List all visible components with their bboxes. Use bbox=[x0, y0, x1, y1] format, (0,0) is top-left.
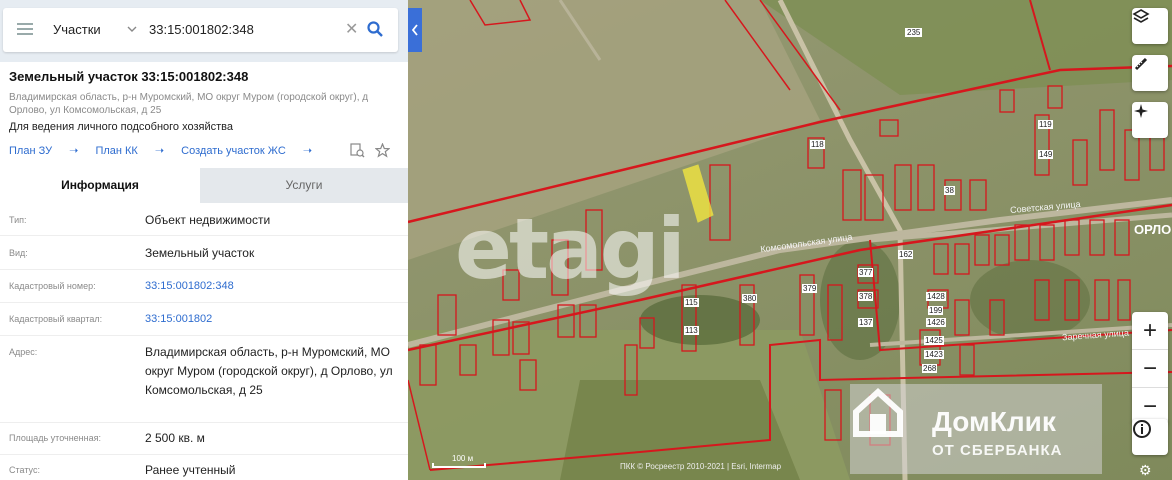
parcel-label: 380 bbox=[742, 294, 758, 303]
info-value: Земельный участок bbox=[145, 246, 255, 260]
parcel-label: 38 bbox=[944, 186, 955, 195]
info-key: Адрес: bbox=[9, 347, 38, 357]
star-icon[interactable] bbox=[375, 143, 390, 158]
zoom-controls: + − − bbox=[1132, 312, 1168, 425]
parcel-label: 377 bbox=[858, 268, 874, 277]
search-input[interactable]: 33:15:001802:348 bbox=[149, 22, 254, 37]
parcel-label: 379 bbox=[802, 284, 818, 293]
parcel-label: 118 bbox=[810, 140, 825, 149]
info-value: Ранее учтенный bbox=[145, 463, 236, 477]
parcel-label: 162 bbox=[898, 250, 914, 259]
zoom-reset-button[interactable]: − bbox=[1132, 350, 1168, 388]
parcel-links: План ЗУ ➝ План КК ➝ Создать участок ЖС ➝ bbox=[9, 144, 326, 157]
ruler-icon bbox=[1134, 57, 1148, 71]
parcel-label: 199 bbox=[928, 306, 944, 315]
crosshair-icon bbox=[1134, 104, 1148, 118]
clear-icon[interactable]: ✕ bbox=[345, 19, 358, 39]
scale-label: 100 м bbox=[452, 454, 474, 463]
info-value: Владимирская область, р-н Муромский, МО … bbox=[145, 345, 393, 397]
house-logo-icon bbox=[853, 387, 903, 437]
search-box: Участки 33:15:001802:348 ✕ bbox=[3, 8, 398, 52]
parcel-label: 378 bbox=[858, 292, 874, 301]
brand-tagline: ОТ СБЕРБАНКА bbox=[932, 442, 1063, 459]
parcel-label: 113 bbox=[684, 326, 699, 335]
info-key: Тип: bbox=[9, 215, 27, 225]
parcel-label: 1428 bbox=[926, 292, 946, 301]
parcel-info-panel: Участки 33:15:001802:348 ✕ Земельный уча… bbox=[0, 0, 408, 480]
info-key: Кадастровый квартал: bbox=[9, 314, 103, 324]
parcel-label: 1426 bbox=[926, 318, 946, 327]
search-type-select[interactable]: Участки bbox=[53, 22, 101, 37]
parcel-label: 1423 bbox=[924, 350, 944, 359]
settings-gear-icon[interactable]: ⚙ bbox=[1139, 462, 1152, 479]
layers-icon bbox=[1132, 9, 1150, 23]
document-search-icon[interactable] bbox=[350, 143, 365, 158]
info-key: Кадастровый номер: bbox=[9, 281, 96, 291]
info-key: Вид: bbox=[9, 248, 28, 258]
locate-button[interactable] bbox=[1132, 102, 1168, 138]
parcel-label: 119 bbox=[1038, 120, 1053, 129]
map-copyright: ПКК © Росреестр 2010-2021 | Esri, Interm… bbox=[620, 462, 782, 471]
info-value: 2 500 кв. м bbox=[145, 431, 205, 445]
parcel-title: Земельный участок 33:15:001802:348 bbox=[9, 69, 249, 84]
menu-icon[interactable] bbox=[17, 23, 33, 35]
domclick-watermark: ДомКлик ОТ СБЕРБАНКА bbox=[850, 384, 1102, 474]
village-label: ОРЛО bbox=[1134, 222, 1172, 237]
info-circle-icon bbox=[1133, 420, 1151, 438]
plan-kk-label: План КК bbox=[95, 145, 138, 157]
search-bar: Участки 33:15:001802:348 ✕ bbox=[0, 0, 408, 62]
measure-button[interactable] bbox=[1132, 55, 1168, 91]
info-key: Площадь уточненная: bbox=[9, 433, 101, 443]
chevron-down-icon[interactable] bbox=[127, 24, 137, 34]
info-key: Статус: bbox=[9, 465, 40, 475]
info-value: Объект недвижимости bbox=[145, 213, 271, 227]
cadastral-quarter-link[interactable]: 33:15:001802 bbox=[145, 310, 395, 329]
parcel-label: 268 bbox=[922, 364, 938, 373]
layers-button[interactable] bbox=[1132, 8, 1168, 44]
parcel-label: 115 bbox=[684, 298, 699, 307]
etagi-watermark: etagi bbox=[455, 200, 686, 298]
cadastral-number-link[interactable]: 33:15:001802:348 bbox=[145, 277, 395, 296]
panel-tabs: Информация Услуги bbox=[0, 168, 408, 203]
brand-name: ДомКлик bbox=[932, 406, 1056, 437]
tab-information[interactable]: Информация bbox=[0, 168, 200, 203]
parcel-label: 149 bbox=[1038, 150, 1054, 159]
parcel-address: Владимирская область, р-н Муромский, МО … bbox=[9, 92, 369, 116]
create-parcel-link[interactable]: Создать участок ЖС ➝ bbox=[181, 145, 312, 157]
create-parcel-label: Создать участок ЖС bbox=[181, 145, 286, 157]
search-icon[interactable] bbox=[366, 20, 384, 38]
parcel-label: 1425 bbox=[924, 336, 944, 345]
plan-kk-link[interactable]: План КК ➝ bbox=[95, 145, 164, 157]
chevron-left-icon bbox=[411, 24, 418, 36]
road-number-label: 235 bbox=[905, 28, 923, 37]
plan-zu-label: План ЗУ bbox=[9, 145, 53, 157]
info-button[interactable] bbox=[1132, 419, 1168, 455]
zoom-in-button[interactable]: + bbox=[1132, 312, 1168, 350]
parcel-purpose: Для ведения личного подсобного хозяйства bbox=[9, 121, 233, 133]
scale-bar: 100 м bbox=[432, 454, 486, 468]
parcel-label: 137 bbox=[858, 318, 874, 327]
collapse-panel-button[interactable] bbox=[408, 8, 422, 52]
tab-services[interactable]: Услуги bbox=[200, 168, 408, 203]
plan-zu-link[interactable]: План ЗУ ➝ bbox=[9, 145, 78, 157]
